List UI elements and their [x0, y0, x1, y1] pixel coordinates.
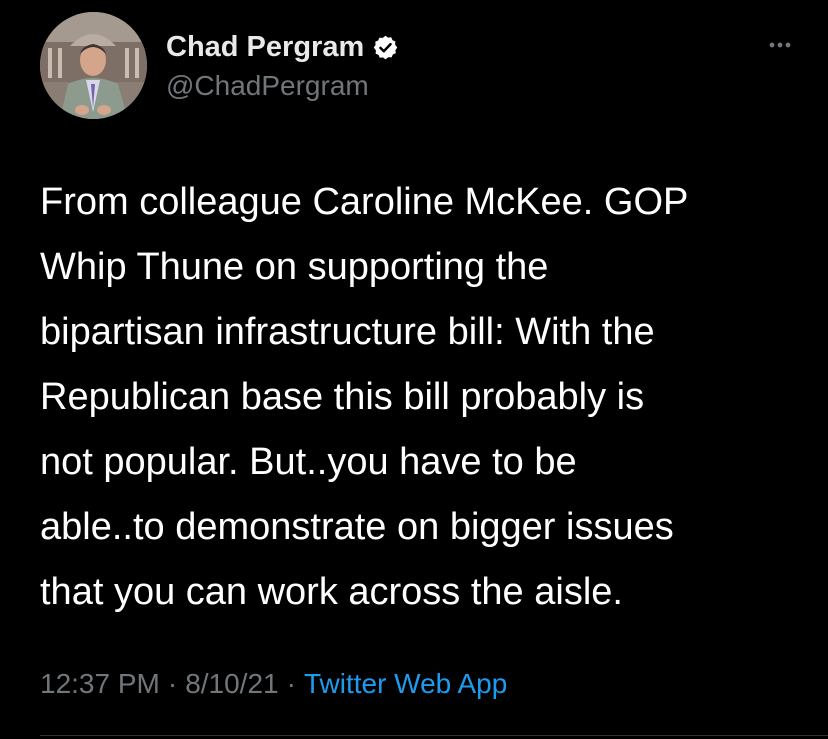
tweet: Chad Pergram @ChadPergram From colleague… [0, 0, 828, 739]
more-options-icon[interactable] [760, 38, 800, 52]
avatar-photo [40, 12, 147, 119]
avatar[interactable] [40, 12, 147, 119]
tweet-date[interactable]: 8/10/21 [185, 668, 278, 699]
display-name[interactable]: Chad Pergram [166, 31, 364, 64]
divider [40, 735, 828, 736]
separator-dot: · [167, 668, 178, 699]
tweet-source-link[interactable]: Twitter Web App [304, 668, 507, 699]
tweet-time[interactable]: 12:37 PM [40, 668, 160, 699]
tweet-text: From colleague Caroline McKee. GOP Whip … [40, 181, 689, 613]
tweet-header: Chad Pergram @ChadPergram [40, 12, 800, 120]
verified-badge-icon [372, 34, 399, 61]
author-info: Chad Pergram @ChadPergram [166, 30, 399, 102]
handle[interactable]: @ChadPergram [166, 70, 399, 102]
tweet-meta: 12:37 PM · 8/10/21 · Twitter Web App [40, 668, 507, 700]
display-name-row: Chad Pergram [166, 30, 399, 64]
separator-dot: · [286, 668, 296, 699]
